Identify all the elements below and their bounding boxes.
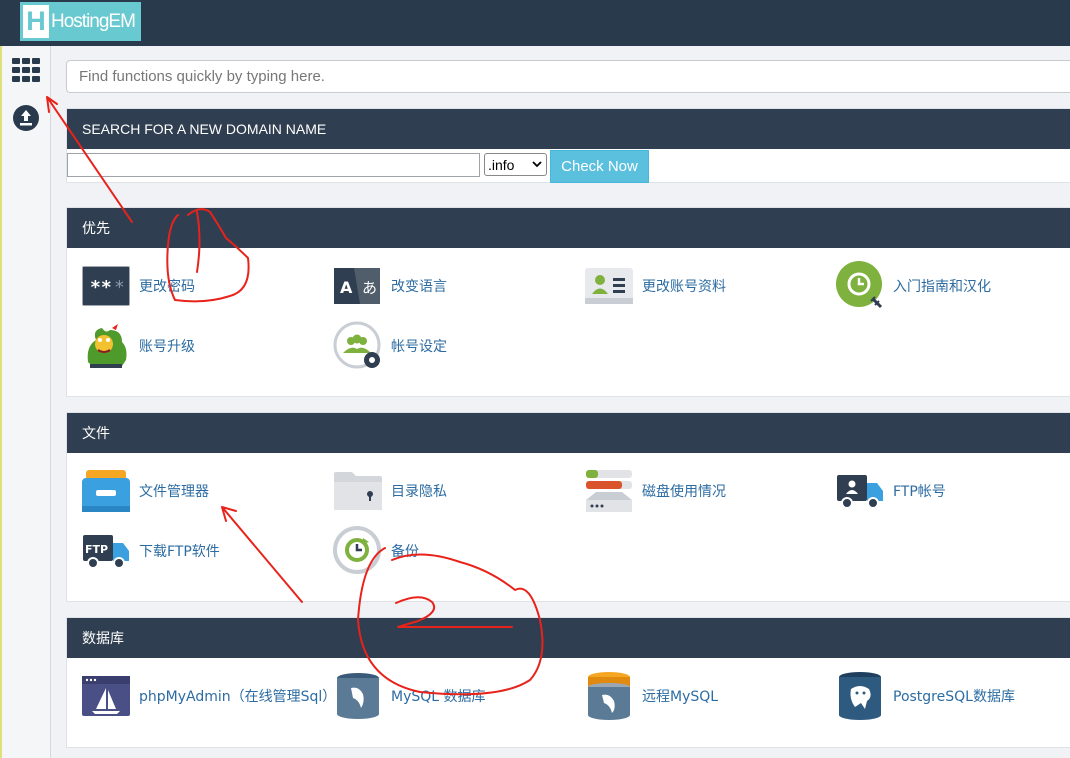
section-files: 文件 文件管理器 目录隐私 磁盘使用情况 FTP帐号 FTP 下载FTP软件 备… — [66, 412, 1070, 602]
upload-icon[interactable] — [10, 102, 42, 134]
svg-text:あ: あ — [362, 279, 377, 297]
item-label: 备份 — [391, 544, 419, 560]
item-phpmyadmin[interactable]: phpMyAdmin（在线管理Sql） — [81, 671, 336, 721]
section-preferences: 优先 *** 更改密码 Aあ 改变语言 更改账号资料 入门指南和汉化 账号升级 — [66, 207, 1070, 397]
item-label: 下载FTP软件 — [139, 544, 220, 560]
item-ftp-software[interactable]: FTP 下载FTP软件 — [81, 526, 220, 576]
sidebar — [0, 46, 51, 758]
section-title: 优先 — [67, 208, 1070, 248]
brand-logo[interactable]: H HostingEM — [20, 2, 141, 41]
remote-mysql-icon — [584, 671, 634, 721]
item-label: PostgreSQL数据库 — [893, 689, 1015, 705]
item-label: 远程MySQL — [642, 689, 719, 705]
tld-select-value: .info — [488, 156, 515, 173]
backup-icon — [333, 526, 383, 576]
svg-text:A: A — [340, 278, 353, 297]
section-title: 数据库 — [67, 618, 1070, 658]
item-label: MySQL 数据库 — [391, 689, 486, 705]
contact-card-icon — [584, 261, 634, 311]
item-remote-mysql[interactable]: 远程MySQL — [584, 671, 718, 721]
item-change-password[interactable]: ** * 更改密码 — [81, 261, 195, 311]
search-input[interactable] — [66, 60, 1070, 93]
item-label: phpMyAdmin（在线管理Sql） — [139, 689, 337, 705]
item-label: 账号升级 — [139, 339, 195, 355]
item-account-settings[interactable]: 帐号设定 — [333, 321, 447, 371]
brand-logo-letter: H — [23, 5, 49, 38]
item-contact-info[interactable]: 更改账号资料 — [584, 261, 726, 311]
grid-icon[interactable] — [10, 54, 42, 86]
item-file-manager[interactable]: 文件管理器 — [81, 466, 209, 516]
check-now-button[interactable]: Check Now — [550, 150, 649, 183]
directory-privacy-icon — [333, 466, 383, 516]
tld-select[interactable]: .info — [484, 153, 547, 176]
domain-search-row: .info Check Now — [67, 149, 1070, 185]
section-databases: 数据库 phpMyAdmin（在线管理Sql） MySQL 数据库 远程MySQ… — [66, 617, 1070, 748]
item-ftp-accounts[interactable]: FTP帐号 — [835, 466, 946, 516]
item-label: 帐号设定 — [391, 339, 447, 355]
brand-name: HostingEM — [51, 10, 136, 32]
ftp-download-icon: FTP — [81, 526, 131, 576]
item-label: 目录隐私 — [391, 484, 447, 500]
item-backup[interactable]: 备份 — [333, 526, 419, 576]
ftp-account-icon — [835, 466, 885, 516]
phpmyadmin-icon — [81, 671, 131, 721]
account-settings-icon — [333, 321, 383, 371]
dragon-upgrade-icon — [81, 321, 131, 371]
item-getting-started[interactable]: 入门指南和汉化 — [835, 261, 991, 311]
item-disk-usage[interactable]: 磁盘使用情况 — [584, 466, 726, 516]
item-change-language[interactable]: Aあ 改变语言 — [333, 261, 447, 311]
domain-search-panel: SEARCH FOR A NEW DOMAIN NAME .info Check… — [66, 108, 1070, 183]
section-title: 文件 — [67, 413, 1070, 453]
item-label: 更改密码 — [139, 279, 195, 295]
postgresql-icon — [835, 671, 885, 721]
language-icon: Aあ — [333, 261, 383, 311]
domain-search-heading: SEARCH FOR A NEW DOMAIN NAME — [67, 109, 1070, 149]
top-bar: H HostingEM — [0, 0, 1070, 46]
disk-usage-icon — [584, 466, 634, 516]
svg-text:**: ** — [90, 277, 112, 298]
item-label: 入门指南和汉化 — [893, 279, 991, 295]
file-manager-icon — [81, 466, 131, 516]
svg-text:FTP: FTP — [85, 543, 108, 556]
item-label: 更改账号资料 — [642, 279, 726, 295]
domain-input[interactable] — [67, 153, 480, 177]
mysql-database-icon — [333, 671, 383, 721]
item-postgresql-databases[interactable]: PostgreSQL数据库 — [835, 671, 1015, 721]
item-label: 磁盘使用情况 — [642, 484, 726, 500]
item-directory-privacy[interactable]: 目录隐私 — [333, 466, 447, 516]
svg-text:*: * — [114, 277, 125, 298]
item-account-upgrade[interactable]: 账号升级 — [81, 321, 195, 371]
password-icon: ** * — [81, 261, 131, 311]
item-mysql-databases[interactable]: MySQL 数据库 — [333, 671, 486, 721]
item-label: FTP帐号 — [893, 484, 946, 500]
getting-started-icon — [835, 261, 885, 311]
item-label: 文件管理器 — [139, 484, 209, 500]
chevron-down-icon — [532, 161, 542, 168]
item-label: 改变语言 — [391, 279, 447, 295]
